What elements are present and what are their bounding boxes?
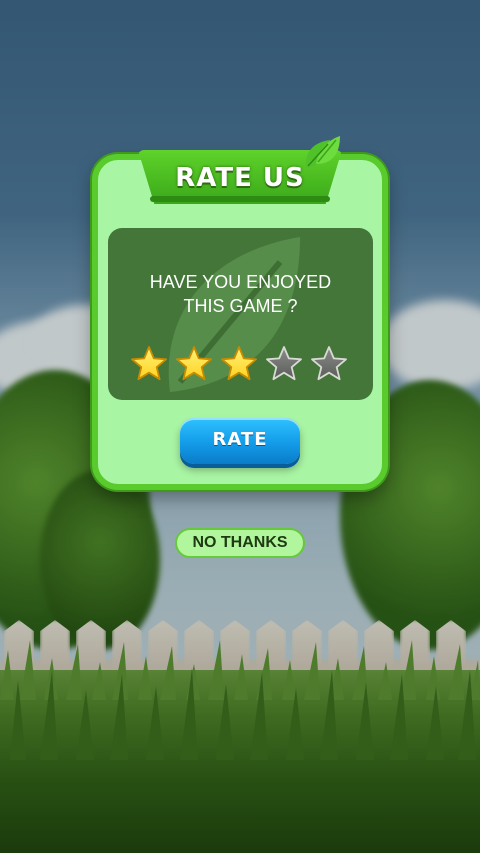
star-icon-filled[interactable] bbox=[130, 345, 168, 383]
star-icon-filled[interactable] bbox=[220, 345, 258, 383]
question-text: HAVE YOU ENJOYED THIS GAME ? bbox=[108, 270, 373, 318]
star-icon-empty[interactable] bbox=[310, 345, 348, 383]
star-rating bbox=[130, 345, 352, 383]
rate-button[interactable]: RATE bbox=[180, 418, 300, 464]
question-line-2: THIS GAME ? bbox=[183, 296, 298, 316]
star-icon-filled[interactable] bbox=[175, 345, 213, 383]
no-thanks-button[interactable]: NO THANKS bbox=[175, 528, 305, 558]
question-line-1: HAVE YOU ENJOYED bbox=[149, 272, 332, 292]
star-icon-empty[interactable] bbox=[265, 345, 303, 383]
leaf-icon bbox=[305, 136, 340, 168]
title-ribbon-edge bbox=[150, 196, 330, 202]
